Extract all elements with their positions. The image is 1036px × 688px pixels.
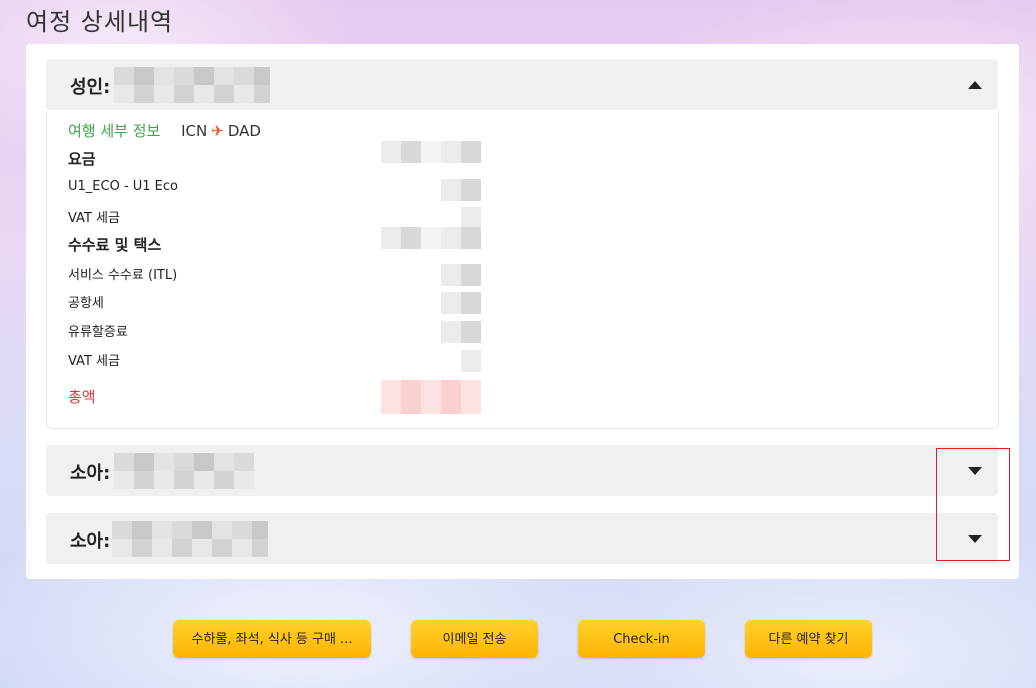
fuel-surcharge-amount-redacted	[441, 321, 481, 343]
passenger-header-child-2[interactable]: 소아:	[46, 513, 998, 564]
passenger-type-label: 성인:	[70, 77, 111, 98]
fare-heading: 요금	[68, 150, 96, 168]
chevron-up-icon[interactable]	[968, 81, 982, 89]
fees-vat-amount-redacted	[461, 350, 481, 372]
trip-details-title: 여행 세부 정보	[68, 122, 161, 140]
passenger-name-redacted	[114, 453, 254, 489]
fuel-surcharge: 유류할증료	[68, 325, 128, 340]
fare-class-amount-redacted	[441, 179, 481, 201]
service-fee-amount-redacted	[441, 264, 481, 286]
total-label: 총액	[68, 388, 96, 406]
find-other-booking-button[interactable]: 다른 예약 찾기	[745, 620, 872, 658]
passenger-name-redacted	[114, 67, 270, 103]
route-line: 여행 세부 정보 ICN ✈ DAD	[68, 120, 261, 141]
fees-heading: 수수료 및 택스	[68, 236, 162, 254]
passenger-details-panel: 여행 세부 정보 ICN ✈ DAD 요금 U1_ECO - U1 Eco VAT …	[46, 110, 999, 429]
passenger-name-redacted	[112, 521, 268, 557]
purchase-extras-button[interactable]: 수하물, 좌석, 식사 등 구매 ...	[173, 620, 371, 658]
plane-icon: ✈	[211, 122, 224, 140]
passenger-header-adult[interactable]: 성인:	[46, 59, 998, 110]
fees-amount-redacted	[381, 227, 481, 249]
total-amount-redacted	[381, 380, 481, 414]
fare-amount-redacted	[381, 141, 481, 163]
destination-code: DAD	[227, 122, 261, 140]
send-email-button[interactable]: 이메일 전송	[411, 620, 538, 658]
airport-tax: 공항세	[68, 296, 104, 311]
passenger-type-label: 소아:	[70, 531, 111, 552]
origin-code: ICN	[181, 122, 208, 140]
passenger-type-label: 소아:	[70, 463, 111, 484]
service-fee: 서비스 수수료 (ITL)	[68, 268, 178, 283]
fees-vat: VAT 세금	[68, 354, 120, 369]
fare-class: U1_ECO - U1 Eco	[68, 179, 178, 194]
itinerary-card: 성인: 여행 세부 정보 ICN ✈ DAD 요금 U1_ECO - U1 Eco …	[26, 44, 1019, 579]
highlight-box	[936, 448, 1010, 561]
passenger-header-child-1[interactable]: 소아:	[46, 445, 998, 496]
page-title: 여정 상세내역	[26, 8, 174, 36]
airport-tax-amount-redacted	[441, 292, 481, 314]
check-in-button[interactable]: Check-in	[578, 620, 705, 658]
fare-vat-amount-redacted	[461, 207, 481, 229]
fare-vat: VAT 세금	[68, 211, 120, 226]
